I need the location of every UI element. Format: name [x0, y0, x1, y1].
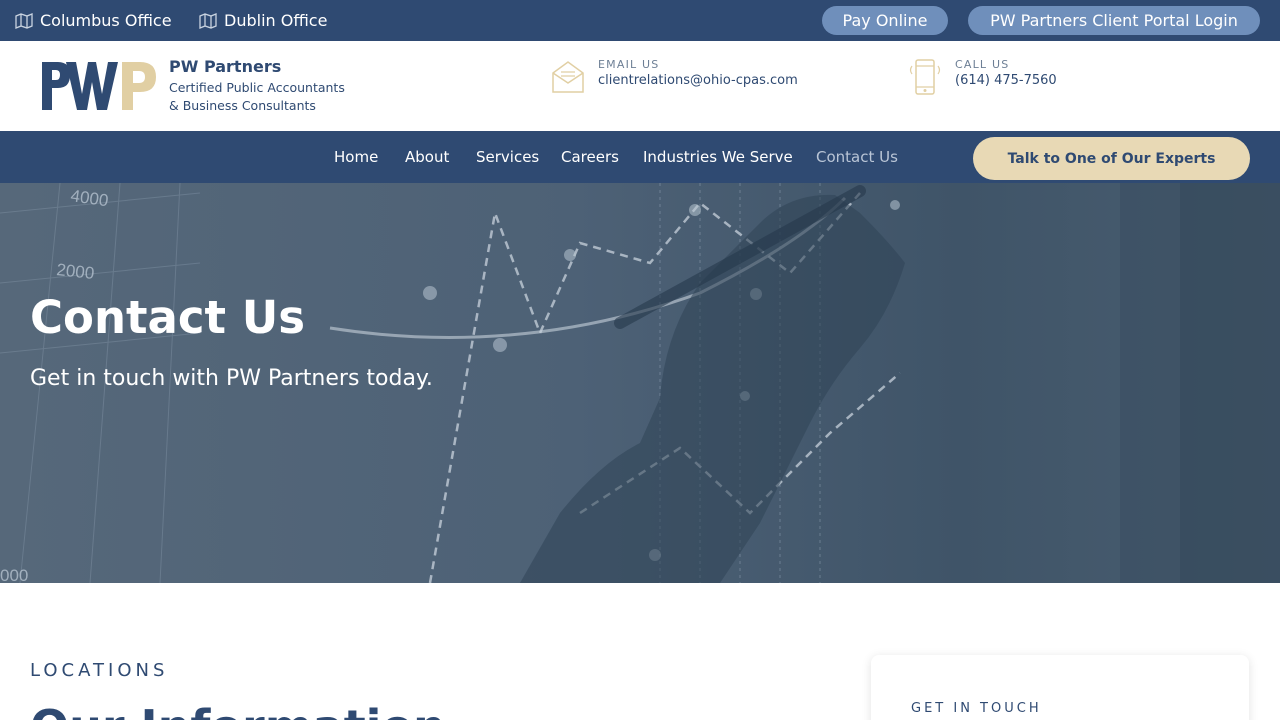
nav-item-careers[interactable]: Careers	[561, 131, 619, 183]
nav-item-home[interactable]: Home	[334, 131, 378, 183]
phone-icon	[909, 59, 941, 95]
email-link[interactable]: clientrelations@ohio-cpas.com	[598, 73, 798, 88]
hero-axis-label-000: 000	[0, 566, 28, 583]
section-title: Our Information	[30, 700, 446, 720]
brand-tagline-2: & Business Consultants	[169, 98, 316, 113]
nav-item-industries[interactable]: Industries We Serve	[643, 131, 793, 183]
columbus-office-label: Columbus Office	[40, 11, 172, 30]
contact-form-card: GET IN TOUCH	[871, 655, 1249, 720]
columbus-office-link[interactable]: Columbus Office	[15, 0, 172, 41]
map-icon	[15, 12, 33, 29]
email-label: EMAIL US	[598, 58, 660, 71]
talk-to-expert-button[interactable]: Talk to One of Our Experts	[973, 137, 1250, 180]
dublin-office-label: Dublin Office	[224, 11, 328, 30]
phone-link[interactable]: (614) 475-7560	[955, 73, 1057, 88]
pay-online-button[interactable]: Pay Online	[822, 6, 948, 35]
page-subtitle: Get in touch with PW Partners today.	[30, 366, 433, 391]
client-portal-login-button[interactable]: PW Partners Client Portal Login	[968, 6, 1260, 35]
pwp-logo[interactable]	[40, 60, 160, 112]
brand-name: PW Partners	[169, 57, 282, 76]
main-navigation: Home About Services Careers Industries W…	[0, 131, 1280, 183]
phone-label: CALL US	[955, 58, 1010, 71]
site-header: PW Partners Certified Public Accountants…	[0, 41, 1280, 131]
hero-axis-label-2000: 2000	[56, 260, 96, 283]
locations-eyebrow: LOCATIONS	[30, 660, 169, 681]
top-utility-bar: Columbus Office Dublin Office Pay Online…	[0, 0, 1280, 41]
nav-item-about[interactable]: About	[405, 131, 449, 183]
map-icon	[199, 12, 217, 29]
brand-tagline-1: Certified Public Accountants	[169, 80, 345, 95]
nav-item-services[interactable]: Services	[476, 131, 539, 183]
hero-banner: 4000 2000 000 Contact Us Get in touch wi…	[0, 183, 1280, 583]
get-in-touch-eyebrow: GET IN TOUCH	[911, 701, 1042, 716]
envelope-icon	[552, 61, 584, 93]
page-title: Contact Us	[30, 291, 306, 344]
nav-item-contact-us[interactable]: Contact Us	[816, 131, 898, 183]
dublin-office-link[interactable]: Dublin Office	[199, 0, 327, 41]
